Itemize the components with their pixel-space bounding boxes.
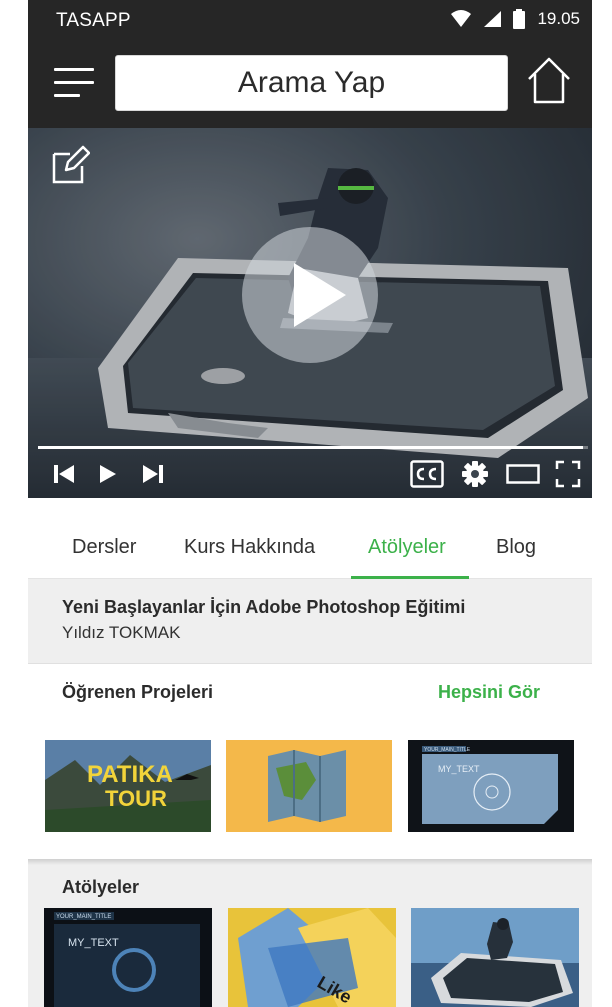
signal-icon [484,11,502,27]
search-button[interactable]: Arama Yap [115,55,508,111]
course-info: Yeni Başlayanlar İçin Adobe Photoshop Eğ… [28,579,592,663]
course-title: Yeni Başlayanlar İçin Adobe Photoshop Eğ… [62,597,466,617]
workshop-thumbnail-image [411,908,579,1007]
project-thumbnail[interactable]: YOUR_MAIN_TITLE MY_TEXT [408,740,574,832]
play-small-icon[interactable] [98,462,118,486]
workshop-thumbnail-image: YOUR_MAIN_TITLE MY_TEXT [44,908,212,1007]
see-all-link[interactable]: Hepsini Gör [438,682,540,703]
theater-mode-icon[interactable] [506,464,540,484]
project-thumb-text-2: TOUR [105,786,167,811]
project-thumb-text-2: MY_TEXT [438,764,480,774]
tab-blog[interactable]: Blog [496,536,536,559]
workshop-thumb-text-2: MY_TEXT [68,937,119,949]
workshop-thumbnail-image: Like [228,908,396,1007]
wifi-icon [451,10,472,27]
course-tabs: Dersler Kurs Hakkında Atölyeler Blog [28,498,592,579]
course-author: Yıldız TOKMAK [62,623,181,642]
workshop-thumbnail[interactable]: YOUR_MAIN_TITLE MY_TEXT [44,908,212,1007]
workshops-heading: Atölyeler [62,877,140,897]
fullscreen-icon[interactable] [555,460,581,488]
carrier-name: TASAPP [56,10,131,31]
home-icon[interactable] [525,55,573,107]
workshop-thumbnail[interactable]: Like [228,908,396,1007]
skip-previous-icon[interactable] [52,462,76,486]
app-screen: TASAPP 19.05 Arama Yap Dersler Kurs Hakk… [28,0,592,1007]
project-thumb-text-1: YOUR_MAIN_TITLE [424,747,471,753]
project-thumbnail-image: YOUR_MAIN_TITLE MY_TEXT [408,740,574,832]
student-projects-section: Öğrenen Projeleri Hepsini Gör PATIKA TOU… [28,663,592,860]
tab-dersler[interactable]: Dersler [72,536,136,559]
status-icons: 19.05 [451,9,580,29]
video-progress-fill [38,446,583,449]
edit-note-icon[interactable] [50,144,90,184]
tab-kurs-hakkinda[interactable]: Kurs Hakkında [184,536,315,559]
project-thumb-text-1: PATIKA [87,761,173,788]
top-bar: Arama Yap [28,44,592,128]
play-icon[interactable] [242,227,378,363]
battery-icon [513,9,526,29]
video-player[interactable] [28,128,592,498]
student-projects-heading: Öğrenen Projeleri [62,682,214,702]
tab-atolyeler[interactable]: Atölyeler [368,536,446,559]
settings-gear-icon[interactable] [461,460,489,488]
workshop-thumbnail[interactable] [411,908,579,1007]
skip-next-icon[interactable] [141,462,165,486]
project-thumbnail-image [226,740,392,832]
workshop-thumb-text-1: YOUR_MAIN_TITLE [56,914,111,920]
hamburger-menu-icon[interactable] [54,68,94,102]
project-thumbnail[interactable] [226,740,392,832]
status-time: 19.05 [537,9,580,28]
video-progress-bar[interactable] [38,446,588,449]
search-label: Arama Yap [237,66,386,99]
workshops-section: Atölyeler YOUR_MAIN_TITLE MY_TEXT Like [28,865,592,1007]
project-thumbnail[interactable]: PATIKA TOUR [45,740,211,832]
project-thumbnail-image: PATIKA TOUR [45,740,211,832]
video-controls [28,458,592,498]
closed-captions-icon[interactable] [410,460,444,488]
status-bar: TASAPP 19.05 [28,0,592,44]
